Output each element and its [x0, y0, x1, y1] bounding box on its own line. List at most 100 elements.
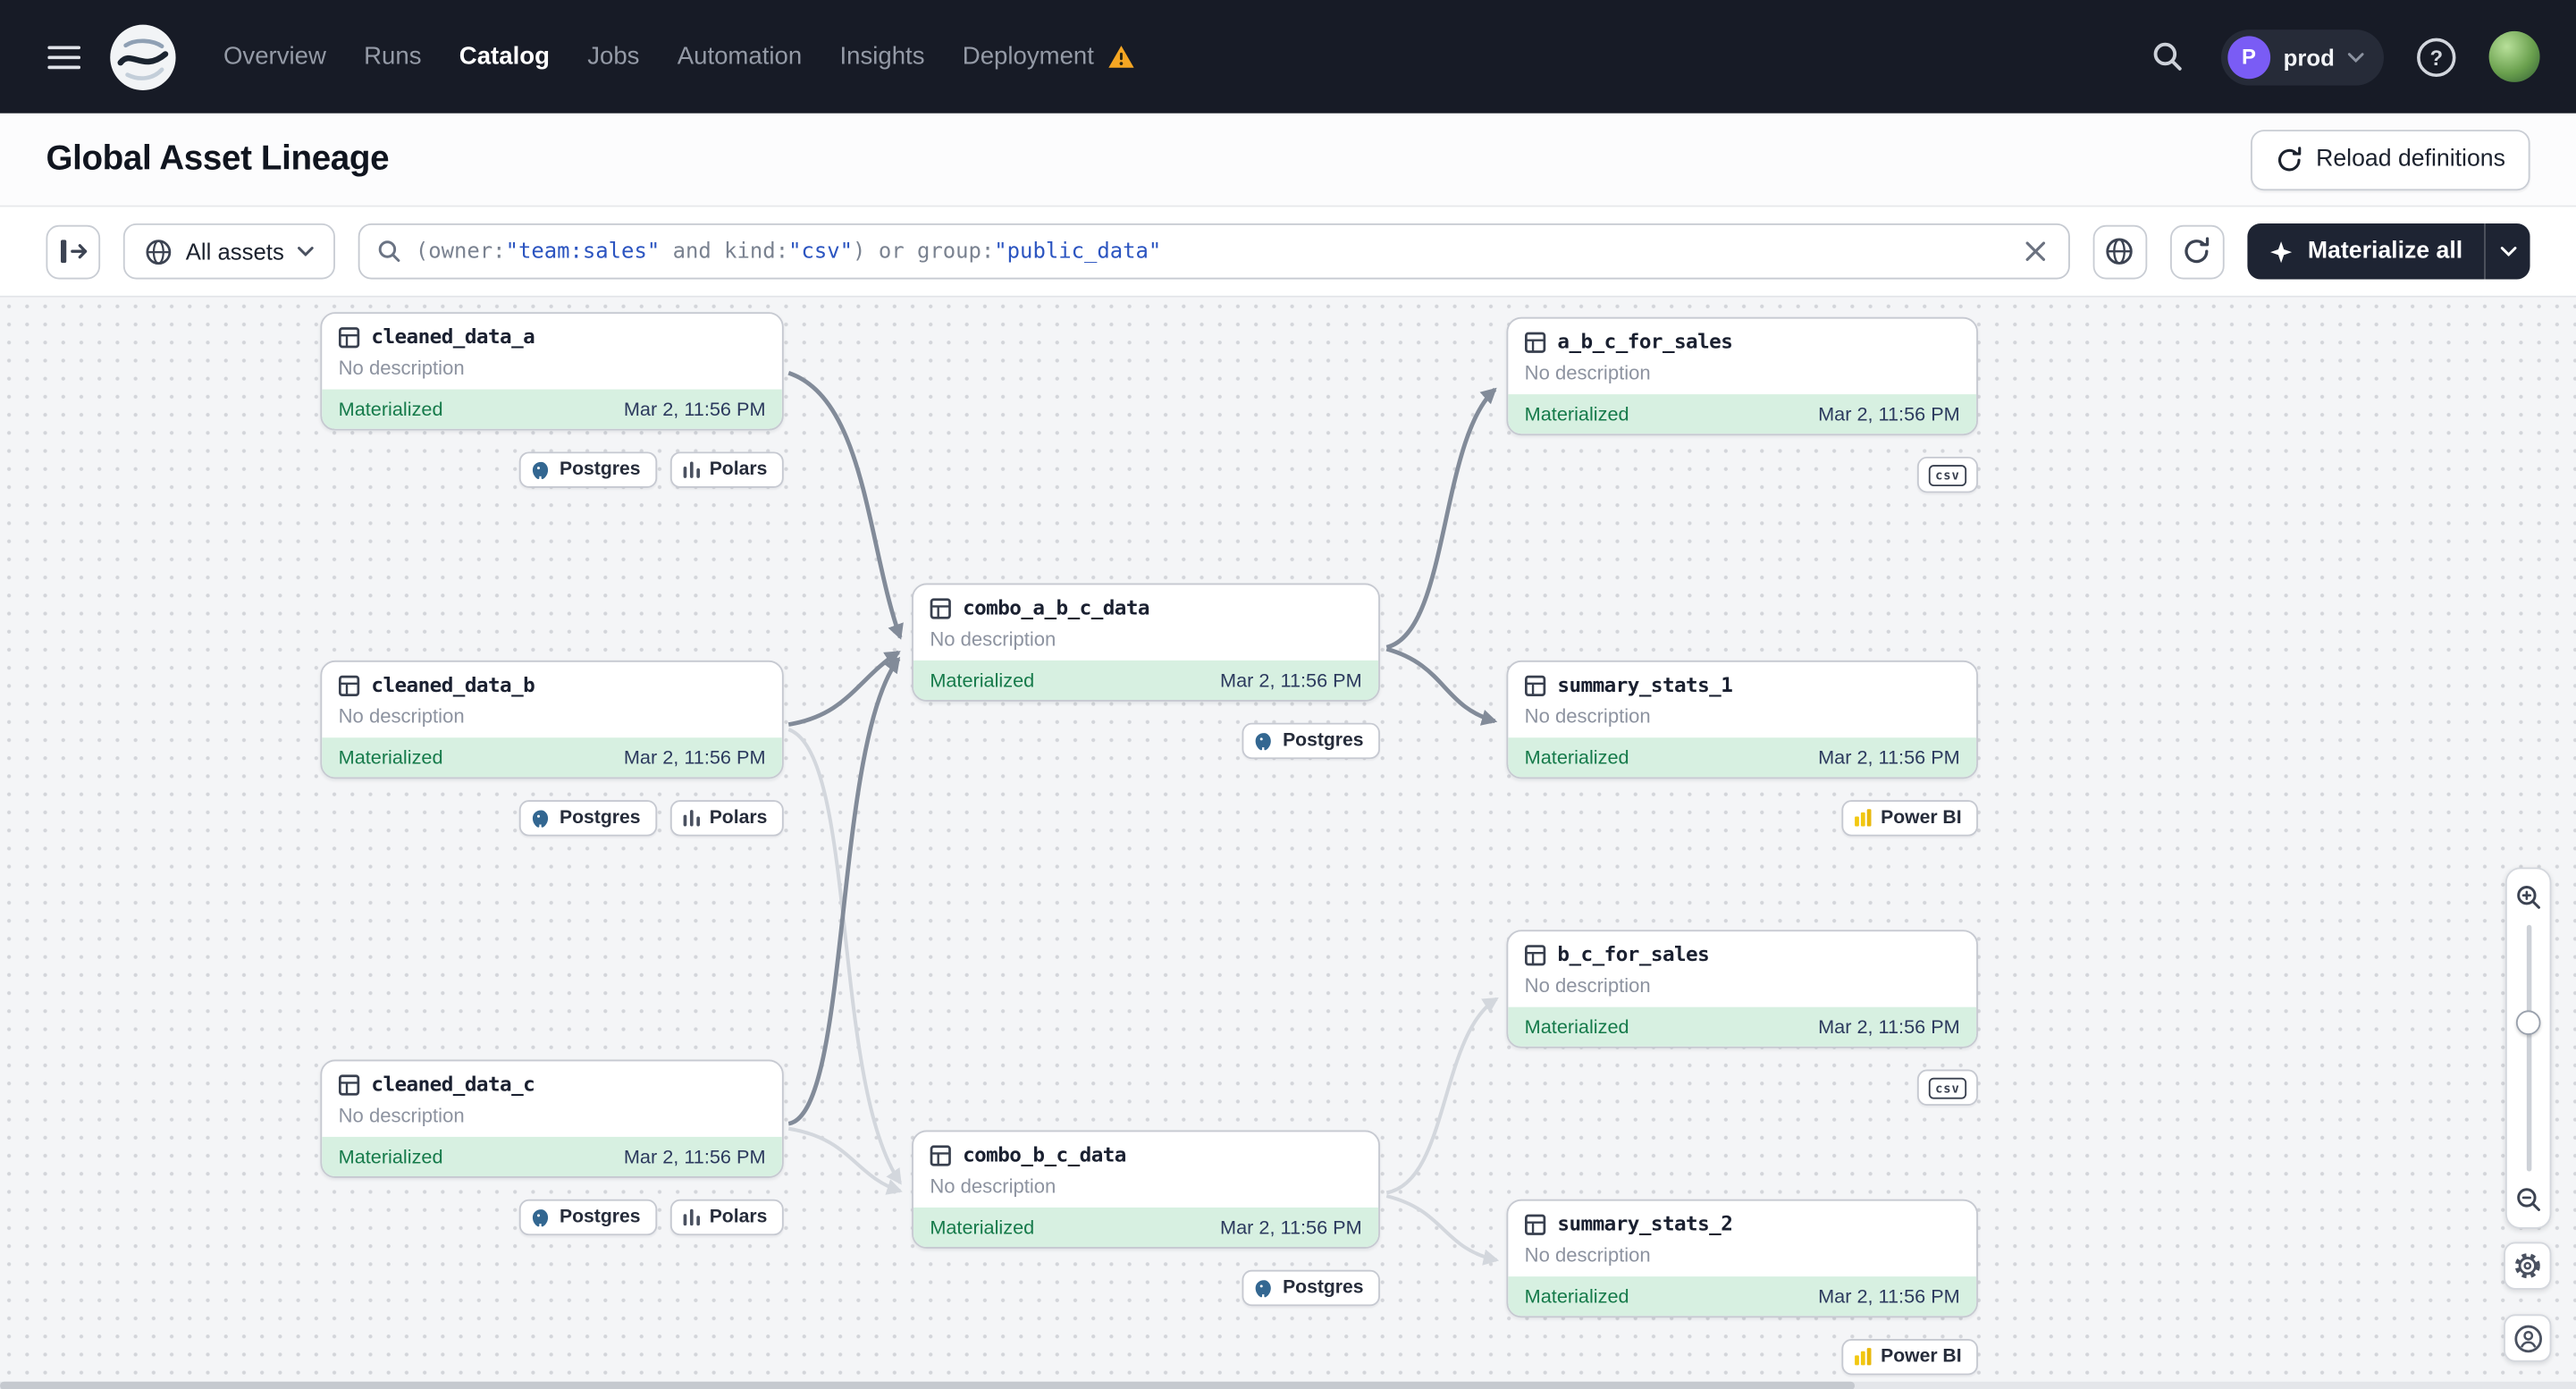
kind-tag-csv[interactable]: csv	[1916, 1069, 1978, 1106]
asset-node[interactable]: cleaned_data_b No description Materializ…	[320, 660, 784, 779]
search-query: (owner:"team:sales" and kind:"csv") or g…	[416, 239, 2006, 264]
asset-description: No description	[338, 704, 465, 728]
asset-tags: Power BI	[1506, 800, 1978, 837]
materialize-all-button[interactable]: Materialize all	[2247, 223, 2484, 279]
asset-node[interactable]: cleaned_data_c No description Materializ…	[320, 1059, 784, 1178]
kind-tag-postgres[interactable]: Postgres	[518, 451, 657, 488]
nav-item-runs[interactable]: Runs	[360, 33, 425, 80]
zoom-slider[interactable]	[2515, 924, 2541, 1172]
scrollbar-thumb[interactable]	[0, 1380, 1856, 1389]
help-icon[interactable]: ?	[2410, 30, 2462, 83]
kind-tag-powerbi[interactable]: Power BI	[1841, 1338, 1978, 1376]
tag-label: Postgres	[1283, 1277, 1364, 1299]
nav-item-label: Deployment	[962, 42, 1094, 72]
kind-tag-csv[interactable]: csv	[1916, 456, 1978, 493]
asset-status-row: Materialized Mar 2, 11:56 PM	[1508, 1006, 1977, 1047]
asset-name: b_c_for_sales	[1557, 943, 1710, 966]
kind-tag-postgres[interactable]: Postgres	[1242, 1269, 1380, 1307]
lineage-canvas[interactable]: cleaned_data_a No description Materializ…	[0, 297, 2576, 1389]
asset-name: cleaned_data_b	[371, 673, 535, 697]
reload-definitions-button[interactable]: Reload definitions	[2250, 129, 2530, 190]
polars-icon	[681, 460, 701, 480]
asset-name: cleaned_data_c	[371, 1073, 535, 1096]
table-icon	[338, 1073, 360, 1095]
materialized-timestamp: Mar 2, 11:56 PM	[1818, 745, 1960, 770]
kind-tag-postgres[interactable]: Postgres	[1242, 722, 1380, 760]
asset-node-header: summary_stats_2	[1508, 1201, 1976, 1242]
chevron-down-icon	[297, 247, 314, 257]
kind-tag-postgres[interactable]: Postgres	[518, 800, 657, 837]
asset-node-header: b_c_for_sales	[1508, 931, 1976, 972]
asset-node[interactable]: b_c_for_sales No description Materialize…	[1506, 930, 1978, 1048]
deployment-name: prod	[2283, 43, 2335, 71]
kind-tag-polars[interactable]: Polars	[669, 1199, 784, 1236]
polars-icon	[681, 808, 701, 828]
nav-item-insights[interactable]: Insights	[837, 33, 928, 80]
horizontal-scrollbar[interactable]	[0, 1380, 2576, 1389]
nav-item-jobs[interactable]: Jobs	[585, 33, 644, 80]
asset-description: No description	[1524, 1243, 1651, 1267]
table-icon	[930, 1144, 951, 1166]
nav-links: Overview Runs Catalog Jobs Automation In…	[220, 33, 1138, 80]
tag-label: Postgres	[1283, 730, 1364, 751]
query-token: (owner:	[415, 239, 506, 265]
top-nav: Overview Runs Catalog Jobs Automation In…	[0, 0, 2576, 114]
materialize-options-icon[interactable]	[2486, 223, 2530, 279]
materialized-badge: Materialized	[1524, 1284, 1629, 1309]
user-avatar[interactable]	[2488, 30, 2540, 82]
asset-node[interactable]: combo_a_b_c_data No description Material…	[912, 583, 1380, 702]
asset-scope-dropdown[interactable]: All assets	[122, 223, 335, 280]
kind-tag-postgres[interactable]: Postgres	[518, 1199, 657, 1236]
page-header: Global Asset Lineage Reload definitions	[0, 113, 2576, 207]
nav-item-label: Catalog	[459, 42, 550, 72]
asset-tags: Postgres	[912, 1269, 1380, 1307]
asset-node[interactable]: a_b_c_for_sales No description Materiali…	[1506, 316, 1978, 436]
edge	[787, 370, 904, 640]
materialize-icon	[2269, 239, 2294, 264]
feedback-icon[interactable]	[2504, 1314, 2552, 1362]
kind-tag-polars[interactable]: Polars	[669, 800, 784, 837]
nav-item-catalog[interactable]: Catalog	[456, 33, 552, 80]
asset-search-input[interactable]: (owner:"team:sales" and kind:"csv") or g…	[358, 223, 2070, 280]
materialized-badge: Materialized	[1524, 1014, 1629, 1039]
open-panel-icon[interactable]	[46, 223, 101, 279]
asset-node-header: cleaned_data_c	[322, 1061, 782, 1102]
refresh-icon[interactable]	[2169, 223, 2225, 279]
asset-node[interactable]: cleaned_data_a No description Materializ…	[320, 312, 784, 431]
asset-description: No description	[930, 627, 1056, 651]
asset-node[interactable]: summary_stats_2 No description Materiali…	[1506, 1199, 1978, 1318]
nav-item-automation[interactable]: Automation	[674, 33, 805, 80]
menu-icon[interactable]	[36, 29, 91, 84]
materialized-timestamp: Mar 2, 11:56 PM	[1220, 669, 1362, 692]
tag-label: Power BI	[1881, 808, 1962, 829]
kind-tag-powerbi[interactable]: Power BI	[1841, 800, 1978, 837]
table-icon	[338, 674, 360, 696]
search-icon[interactable]	[2142, 30, 2195, 83]
kind-tag-polars[interactable]: Polars	[669, 451, 784, 488]
zoom-out-icon[interactable]	[2512, 1183, 2545, 1216]
nav-item-deployment[interactable]: Deployment	[959, 33, 1138, 80]
asset-node[interactable]: summary_stats_1 No description Materiali…	[1506, 660, 1978, 779]
zoom-in-icon[interactable]	[2512, 880, 2545, 913]
asset-status-row: Materialized Mar 2, 11:56 PM	[322, 1136, 782, 1177]
nav-item-label: Jobs	[587, 42, 640, 72]
dagster-logo[interactable]	[108, 22, 177, 91]
materialized-badge: Materialized	[338, 1145, 443, 1168]
deployment-switcher[interactable]: P prod	[2220, 29, 2384, 85]
svg-text:?: ?	[2429, 46, 2443, 70]
materialized-badge: Materialized	[1524, 745, 1629, 770]
graph-view-globe-icon[interactable]	[2092, 223, 2147, 279]
query-token: "team:sales"	[505, 239, 661, 265]
materialized-timestamp: Mar 2, 11:56 PM	[1818, 402, 1960, 426]
clear-search-icon[interactable]	[2018, 235, 2051, 268]
nav-item-overview[interactable]: Overview	[220, 33, 329, 80]
zoom-slider-handle[interactable]	[2515, 1010, 2541, 1035]
asset-node[interactable]: combo_b_c_data No description Materializ…	[912, 1130, 1380, 1249]
lineage-toolbar: All assets (owner:"team:sales" and kind:…	[0, 206, 2576, 298]
asset-node-header: combo_a_b_c_data	[913, 585, 1378, 626]
tag-label: Polars	[709, 1207, 768, 1227]
graph-settings-icon[interactable]	[2504, 1242, 2552, 1290]
asset-description: No description	[1524, 361, 1651, 385]
materialized-badge: Materialized	[930, 1216, 1035, 1239]
postgres-icon	[530, 459, 551, 481]
